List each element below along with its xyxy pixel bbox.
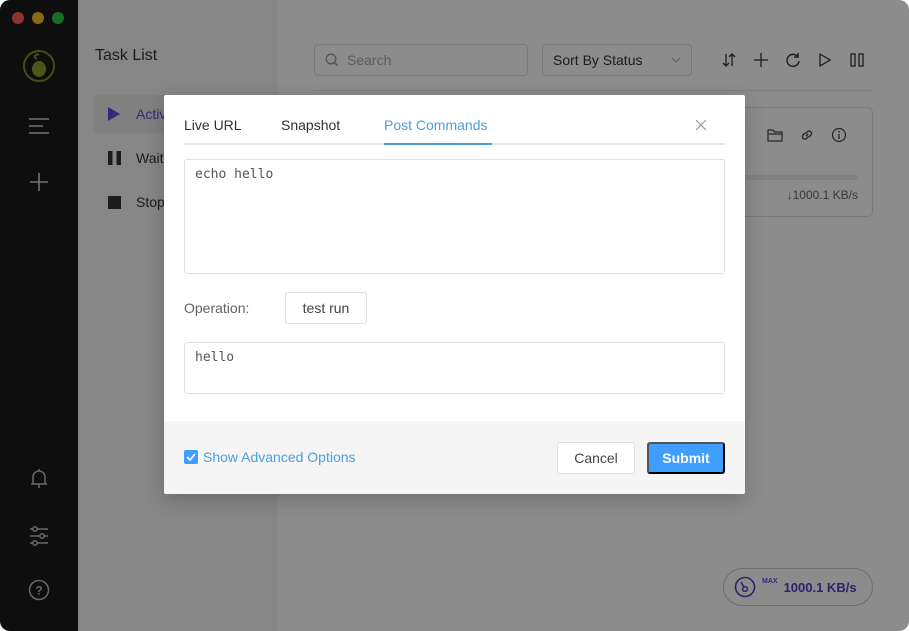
tab-snapshot[interactable]: Snapshot — [281, 117, 340, 133]
post-command-input[interactable]: echo hello — [184, 159, 725, 274]
checkbox-checked-icon — [184, 450, 198, 464]
dialog-tabs: Live URL Snapshot Post Commands — [184, 95, 725, 145]
operation-label: Operation: — [184, 300, 250, 316]
app-window: ? Task List Active Waiting Stopped Searc… — [0, 0, 909, 631]
close-dialog-icon[interactable] — [693, 117, 709, 133]
show-advanced-options-label: Show Advanced Options — [203, 449, 356, 465]
tab-live-url[interactable]: Live URL — [184, 117, 242, 133]
test-run-button[interactable]: test run — [285, 292, 367, 324]
show-advanced-options-checkbox[interactable]: Show Advanced Options — [184, 449, 356, 465]
dialog-footer: Show Advanced Options Cancel Submit — [164, 421, 745, 494]
task-dialog: Live URL Snapshot Post Commands echo hel… — [164, 95, 745, 494]
submit-button[interactable]: Submit — [647, 442, 725, 474]
tab-post-commands[interactable]: Post Commands — [384, 117, 487, 133]
command-output[interactable]: hello — [184, 342, 725, 394]
active-tab-indicator — [384, 143, 492, 145]
cancel-button[interactable]: Cancel — [557, 442, 635, 474]
